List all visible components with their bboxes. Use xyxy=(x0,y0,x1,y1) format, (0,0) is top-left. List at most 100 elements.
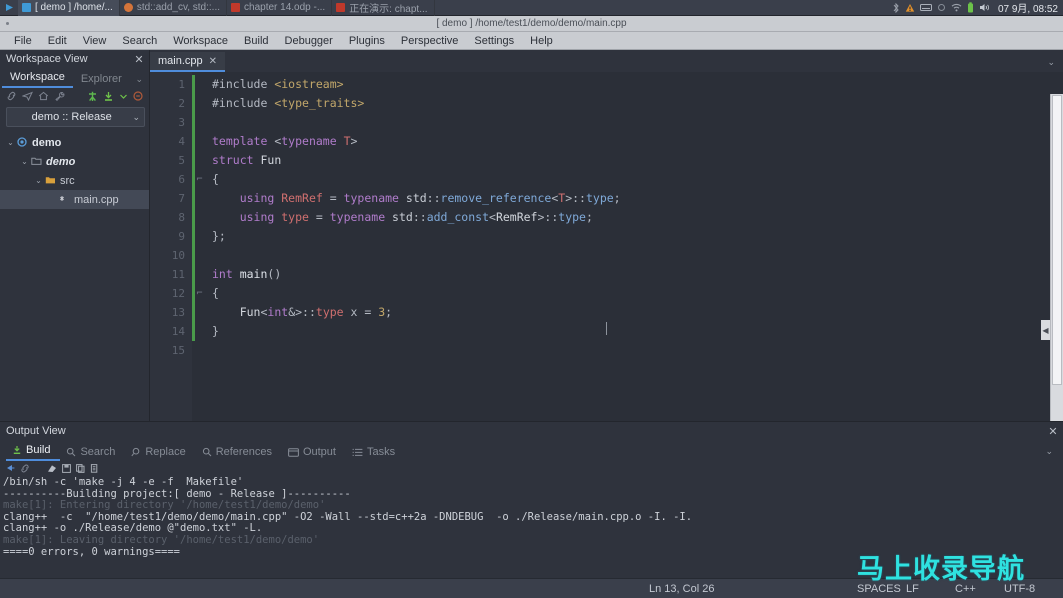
menu-search[interactable]: Search xyxy=(114,32,165,50)
tree-item-file-main-cpp[interactable]: main.cpp xyxy=(0,190,149,209)
tree-item-folder-demo[interactable]: ⌄ demo xyxy=(0,152,149,171)
fold-toggle-icon[interactable]: ⌐ xyxy=(195,170,204,189)
output-tab-references[interactable]: References xyxy=(196,445,282,461)
chevron-down-icon[interactable] xyxy=(119,92,128,101)
build-log[interactable]: /bin/sh -c 'make -j 4 -e -f Makefile' ---… xyxy=(0,475,1063,558)
twisty-icon[interactable]: ⌄ xyxy=(4,138,17,147)
taskbar-item-3[interactable]: 正在演示: chapt... xyxy=(332,0,435,16)
taskbar-item-1[interactable]: std::add_cv, std::... xyxy=(120,0,228,16)
code-token: int xyxy=(212,267,240,281)
code-line: { xyxy=(204,170,1063,189)
build-target-combo[interactable]: demo :: Release ⌄ xyxy=(6,107,145,127)
statusbar: Ln 13, Col 26 SPACES LF C++ UTF-8 xyxy=(0,578,1063,598)
copy-all-icon[interactable] xyxy=(90,463,99,473)
display-icon[interactable] xyxy=(937,3,946,12)
language-mode[interactable]: C++ xyxy=(955,583,976,595)
menu-plugins[interactable]: Plugins xyxy=(341,32,393,50)
clear-icon[interactable] xyxy=(47,464,57,473)
chevron-down-icon[interactable]: ⌄ xyxy=(131,74,147,88)
menu-debugger[interactable]: Debugger xyxy=(277,32,341,50)
menu-help[interactable]: Help xyxy=(522,32,561,50)
code-token: remove_reference xyxy=(440,191,552,205)
output-icon xyxy=(288,447,299,457)
taskbar-item-2[interactable]: chapter 14.odp -... xyxy=(227,0,333,16)
wrench-icon[interactable] xyxy=(54,91,65,101)
twisty-icon[interactable]: ⌄ xyxy=(18,157,31,166)
menu-build[interactable]: Build xyxy=(236,32,276,50)
code-line: }; xyxy=(204,227,1063,246)
bluetooth-icon[interactable] xyxy=(892,2,900,13)
tasks-icon xyxy=(352,448,363,457)
workspace-toolbar xyxy=(0,88,149,104)
taskbar-item-0[interactable]: [ demo ] /home/... xyxy=(18,0,120,16)
folder-outline-icon xyxy=(31,156,43,167)
tab-workspace[interactable]: Workspace xyxy=(2,69,73,88)
code-token: Fun xyxy=(212,305,261,319)
taskbar-item-label: chapter 14.odp -... xyxy=(244,2,326,13)
menu-edit[interactable]: Edit xyxy=(40,32,75,50)
cpp-file-icon xyxy=(59,194,71,205)
twisty-icon[interactable]: ⌄ xyxy=(32,176,45,185)
editor-tab-main-cpp[interactable]: main.cpp ✕ xyxy=(150,52,226,72)
tree-item-project[interactable]: ⌄ demo xyxy=(0,133,149,152)
code-token: T xyxy=(343,134,351,148)
clock[interactable]: 07 9月, 08:52 xyxy=(995,0,1058,15)
code-token: } xyxy=(212,324,219,338)
tab-explorer[interactable]: Explorer xyxy=(73,71,130,88)
line-number: 10 xyxy=(171,249,185,262)
code-token: typename xyxy=(343,191,406,205)
chevron-down-icon[interactable]: ⌄ xyxy=(1035,446,1063,461)
search-icon xyxy=(66,447,76,457)
code-token: :: xyxy=(412,210,427,224)
link-icon[interactable] xyxy=(20,464,30,473)
run-icon[interactable] xyxy=(87,91,98,102)
output-tab-build[interactable]: Build xyxy=(6,443,61,461)
output-tab-search[interactable]: Search xyxy=(60,445,125,461)
scrollbar-thumb[interactable] xyxy=(1052,95,1062,385)
menu-file[interactable]: File xyxy=(6,32,40,50)
code-token: RemRef xyxy=(495,210,538,224)
build-icon[interactable] xyxy=(103,91,114,102)
pin-icon[interactable] xyxy=(6,464,15,473)
menu-workspace[interactable]: Workspace xyxy=(165,32,236,50)
close-icon[interactable]: ✕ xyxy=(133,53,145,66)
close-icon[interactable]: ✕ xyxy=(1047,425,1059,438)
window-titlebar: [ demo ] /home/test1/demo/demo/main.cpp xyxy=(0,16,1063,32)
warning-icon[interactable] xyxy=(905,3,915,13)
save-icon[interactable] xyxy=(62,463,71,473)
stop-icon[interactable] xyxy=(133,91,143,101)
fold-toggle-icon[interactable]: ⌐ xyxy=(195,284,204,303)
launcher-icon[interactable] xyxy=(0,0,18,16)
menu-view[interactable]: View xyxy=(75,32,115,50)
output-tab-replace[interactable]: Replace xyxy=(125,445,195,461)
code-editor-text[interactable]: #include <iostream> #include <type_traits… xyxy=(204,72,1063,421)
copy-icon[interactable] xyxy=(76,463,85,473)
indent-mode[interactable]: SPACES xyxy=(857,583,901,595)
tree-item-folder-src[interactable]: ⌄ src xyxy=(0,171,149,190)
output-tab-output[interactable]: Output xyxy=(282,445,346,461)
tree-item-label: demo xyxy=(46,155,76,168)
fold-empty xyxy=(195,113,204,132)
editor-vertical-scrollbar[interactable] xyxy=(1050,94,1063,421)
home-icon[interactable] xyxy=(38,91,49,101)
menu-settings[interactable]: Settings xyxy=(466,32,522,50)
code-token: :: xyxy=(426,191,441,205)
line-number: 4 xyxy=(178,135,185,148)
volume-icon[interactable] xyxy=(979,3,990,12)
eol-mode[interactable]: LF xyxy=(906,583,919,595)
send-icon[interactable] xyxy=(22,91,33,101)
link-icon[interactable] xyxy=(6,91,17,101)
menu-perspective[interactable]: Perspective xyxy=(393,32,466,50)
panel-collapse-arrow-icon[interactable]: ◀ xyxy=(1041,320,1050,340)
keyboard-icon[interactable] xyxy=(919,3,932,12)
code-token: type xyxy=(315,305,344,319)
encoding-mode[interactable]: UTF-8 xyxy=(1004,583,1035,595)
battery-icon[interactable] xyxy=(967,2,974,13)
code-token: struct xyxy=(212,153,261,167)
wifi-icon[interactable] xyxy=(951,3,962,12)
code-folding-column[interactable]: ⌐ ⌐ xyxy=(195,72,204,421)
output-tab-tasks[interactable]: Tasks xyxy=(346,445,405,461)
close-icon[interactable]: ✕ xyxy=(209,56,217,67)
chevron-down-icon[interactable]: ⌄ xyxy=(1039,57,1063,72)
